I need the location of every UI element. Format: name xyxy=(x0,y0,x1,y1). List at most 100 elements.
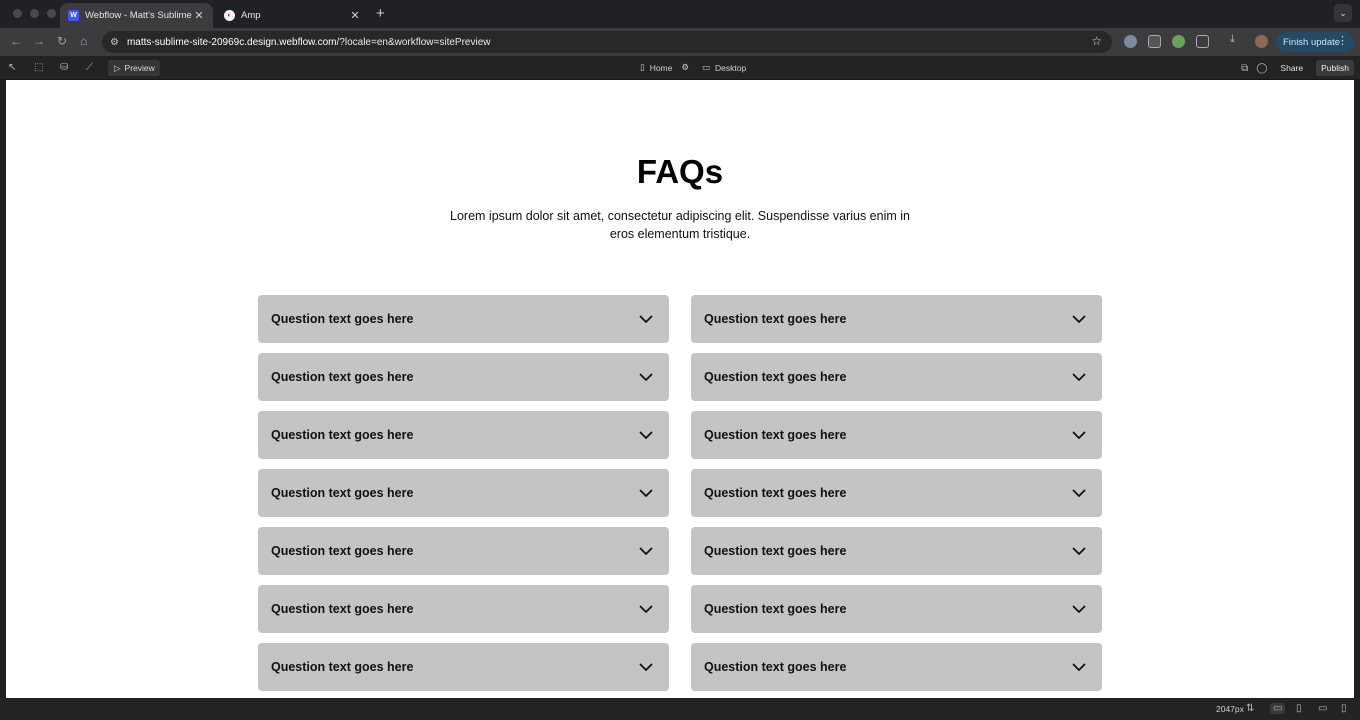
download-icon[interactable]: ⤓ xyxy=(1230,33,1243,46)
breakpoint-selector[interactable]: Desktop xyxy=(715,63,746,73)
faq-question-text: Question text goes here xyxy=(704,486,847,500)
chevron-down-icon xyxy=(639,312,653,326)
desktop-icon[interactable]: ▭ xyxy=(1270,703,1286,714)
tablet-icon[interactable]: ▯ xyxy=(1296,703,1302,714)
faq-question-text: Question text goes here xyxy=(704,428,847,442)
new-tab-button[interactable]: + xyxy=(376,5,385,22)
bookmark-star-icon[interactable]: ☆ xyxy=(1091,34,1102,48)
share-button[interactable]: Share xyxy=(1275,60,1308,76)
url-host: matts-sublime-site-20969c.design.webflow… xyxy=(126,36,337,48)
window-controls xyxy=(13,9,56,18)
home-icon[interactable]: ⌂ xyxy=(80,34,87,48)
faq-question[interactable]: Question text goes here xyxy=(258,469,669,517)
chevron-down-icon xyxy=(1072,602,1086,616)
close-window-button[interactable] xyxy=(13,9,22,18)
publish-button[interactable]: Publish xyxy=(1316,60,1354,76)
finish-update-button[interactable]: Finish update ⋮ xyxy=(1276,32,1354,52)
back-arrow-icon[interactable]: ← xyxy=(10,34,22,48)
copy-icon[interactable]: ⧉ xyxy=(1241,63,1248,74)
extension-icon[interactable] xyxy=(1148,35,1161,48)
site-info-icon[interactable]: ⚙ xyxy=(110,37,119,48)
faq-question[interactable]: Question text goes here xyxy=(258,411,669,459)
faq-question[interactable]: Question text goes here xyxy=(691,353,1102,401)
extension-icon[interactable] xyxy=(1124,35,1137,48)
chevron-down-icon xyxy=(639,544,653,558)
address-bar[interactable]: ⚙ matts-sublime-site-20969c.design.webfl… xyxy=(102,31,1112,53)
tab-title: Amp xyxy=(241,10,261,21)
page-selector[interactable]: Home xyxy=(650,63,673,73)
faq-question[interactable]: Question text goes here xyxy=(691,469,1102,517)
webflow-bottom-bar: 2047px ⇅ ▭ ▯ ▭ ▯ xyxy=(0,698,1360,720)
more-vert-icon[interactable]: ⋮ xyxy=(1337,34,1348,47)
zoom-window-button[interactable] xyxy=(47,9,56,18)
extension-icon[interactable] xyxy=(1172,35,1185,48)
page-title: FAQs xyxy=(636,153,724,190)
tab-webflow[interactable]: W Webflow - Matt's Sublime Site ✕ xyxy=(60,3,213,28)
browser-tab-bar: W Webflow - Matt's Sublime Site ✕ ◐ Amp … xyxy=(0,0,1360,28)
faq-question[interactable]: Question text goes here xyxy=(258,527,669,575)
database-icon[interactable]: ⛁ xyxy=(60,62,68,73)
page-subtitle: Lorem ipsum dolor sit amet, consectetur … xyxy=(450,209,910,241)
comment-icon[interactable]: ◯ xyxy=(1256,63,1267,74)
amp-icon: ◐ xyxy=(224,10,235,21)
chevron-down-icon xyxy=(1072,544,1086,558)
browser-toolbar: ← → ↻ ⌂ ⚙ matts-sublime-site-20969c.desi… xyxy=(0,28,1360,56)
tab-amp[interactable]: ◐ Amp ✕ xyxy=(216,3,369,28)
page-icon: ▯ xyxy=(640,62,645,72)
url-path: /?locale=en&workflow=sitePreview xyxy=(336,36,491,48)
chevron-down-icon xyxy=(639,660,653,674)
faq-question-text: Question text goes here xyxy=(704,544,847,558)
reload-icon[interactable]: ↻ xyxy=(57,34,67,48)
extensions-puzzle-icon[interactable] xyxy=(1196,35,1209,48)
page-canvas: FAQs Lorem ipsum dolor sit amet, consect… xyxy=(6,80,1354,698)
faq-question-text: Question text goes here xyxy=(271,602,414,616)
faq-question[interactable]: Question text goes here xyxy=(691,643,1102,691)
mobile-landscape-icon[interactable]: ▭ xyxy=(1318,703,1327,714)
analytics-icon[interactable]: ⟋ xyxy=(86,62,93,73)
faq-question-text: Question text goes here xyxy=(271,312,414,326)
chevron-down-icon xyxy=(1072,428,1086,442)
faq-question[interactable]: Question text goes here xyxy=(258,353,669,401)
canvas-width-readout: 2047px xyxy=(1216,704,1244,714)
select-element-icon[interactable]: ⬚ xyxy=(34,62,43,73)
chevron-down-icon xyxy=(1072,312,1086,326)
faq-question[interactable]: Question text goes here xyxy=(691,585,1102,633)
page-breakpoint-nav: ▯ Home ⚙ ▭ Desktop xyxy=(640,62,746,73)
faq-question[interactable]: Question text goes here xyxy=(691,411,1102,459)
faq-question-text: Question text goes here xyxy=(271,428,414,442)
faq-grid: Question text goes here Question text goe… xyxy=(258,295,1102,691)
chevron-down-icon xyxy=(639,486,653,500)
chevron-down-icon xyxy=(1072,660,1086,674)
faq-question-text: Question text goes here xyxy=(271,486,414,500)
close-icon[interactable]: ✕ xyxy=(193,9,205,22)
chevron-down-icon xyxy=(639,370,653,384)
faq-question-text: Question text goes here xyxy=(704,370,847,384)
faq-question-text: Question text goes here xyxy=(704,660,847,674)
url-text: matts-sublime-site-20969c.design.webflow… xyxy=(127,37,491,48)
desktop-icon: ▭ xyxy=(702,62,711,72)
preview-label: Preview xyxy=(124,63,155,73)
webflow-toolbar: ↖ ⬚ ⛁ ⟋ ▷ Preview ▯ Home ⚙ ▭ Desktop ⧉ ◯… xyxy=(0,56,1360,80)
preview-button[interactable]: ▷ Preview xyxy=(108,60,160,76)
forward-arrow-icon[interactable]: → xyxy=(33,34,45,48)
webflow-icon: W xyxy=(68,10,79,21)
faq-question[interactable]: Question text goes here xyxy=(258,643,669,691)
avatar[interactable] xyxy=(1255,35,1268,48)
faq-question[interactable]: Question text goes here xyxy=(258,295,669,343)
minimize-window-button[interactable] xyxy=(30,9,39,18)
faq-question[interactable]: Question text goes here xyxy=(258,585,669,633)
width-adjust-icon[interactable]: ⇅ xyxy=(1246,703,1254,714)
faq-question-text: Question text goes here xyxy=(271,544,414,558)
tab-title: Webflow - Matt's Sublime Site xyxy=(85,10,193,21)
faq-question[interactable]: Question text goes here xyxy=(691,527,1102,575)
chevron-down-icon xyxy=(639,428,653,442)
faq-question[interactable]: Question text goes here xyxy=(691,295,1102,343)
mobile-portrait-icon[interactable]: ▯ xyxy=(1341,703,1347,714)
close-icon[interactable]: ✕ xyxy=(349,9,361,22)
page-settings-gear-icon[interactable]: ⚙ xyxy=(681,62,689,73)
tab-search-chevron-icon[interactable]: ⌄ xyxy=(1334,4,1352,22)
faq-question-text: Question text goes here xyxy=(271,370,414,384)
pointer-arrow-icon[interactable]: ↖ xyxy=(8,62,16,73)
faq-question-text: Question text goes here xyxy=(704,602,847,616)
chevron-down-icon xyxy=(1072,486,1086,500)
